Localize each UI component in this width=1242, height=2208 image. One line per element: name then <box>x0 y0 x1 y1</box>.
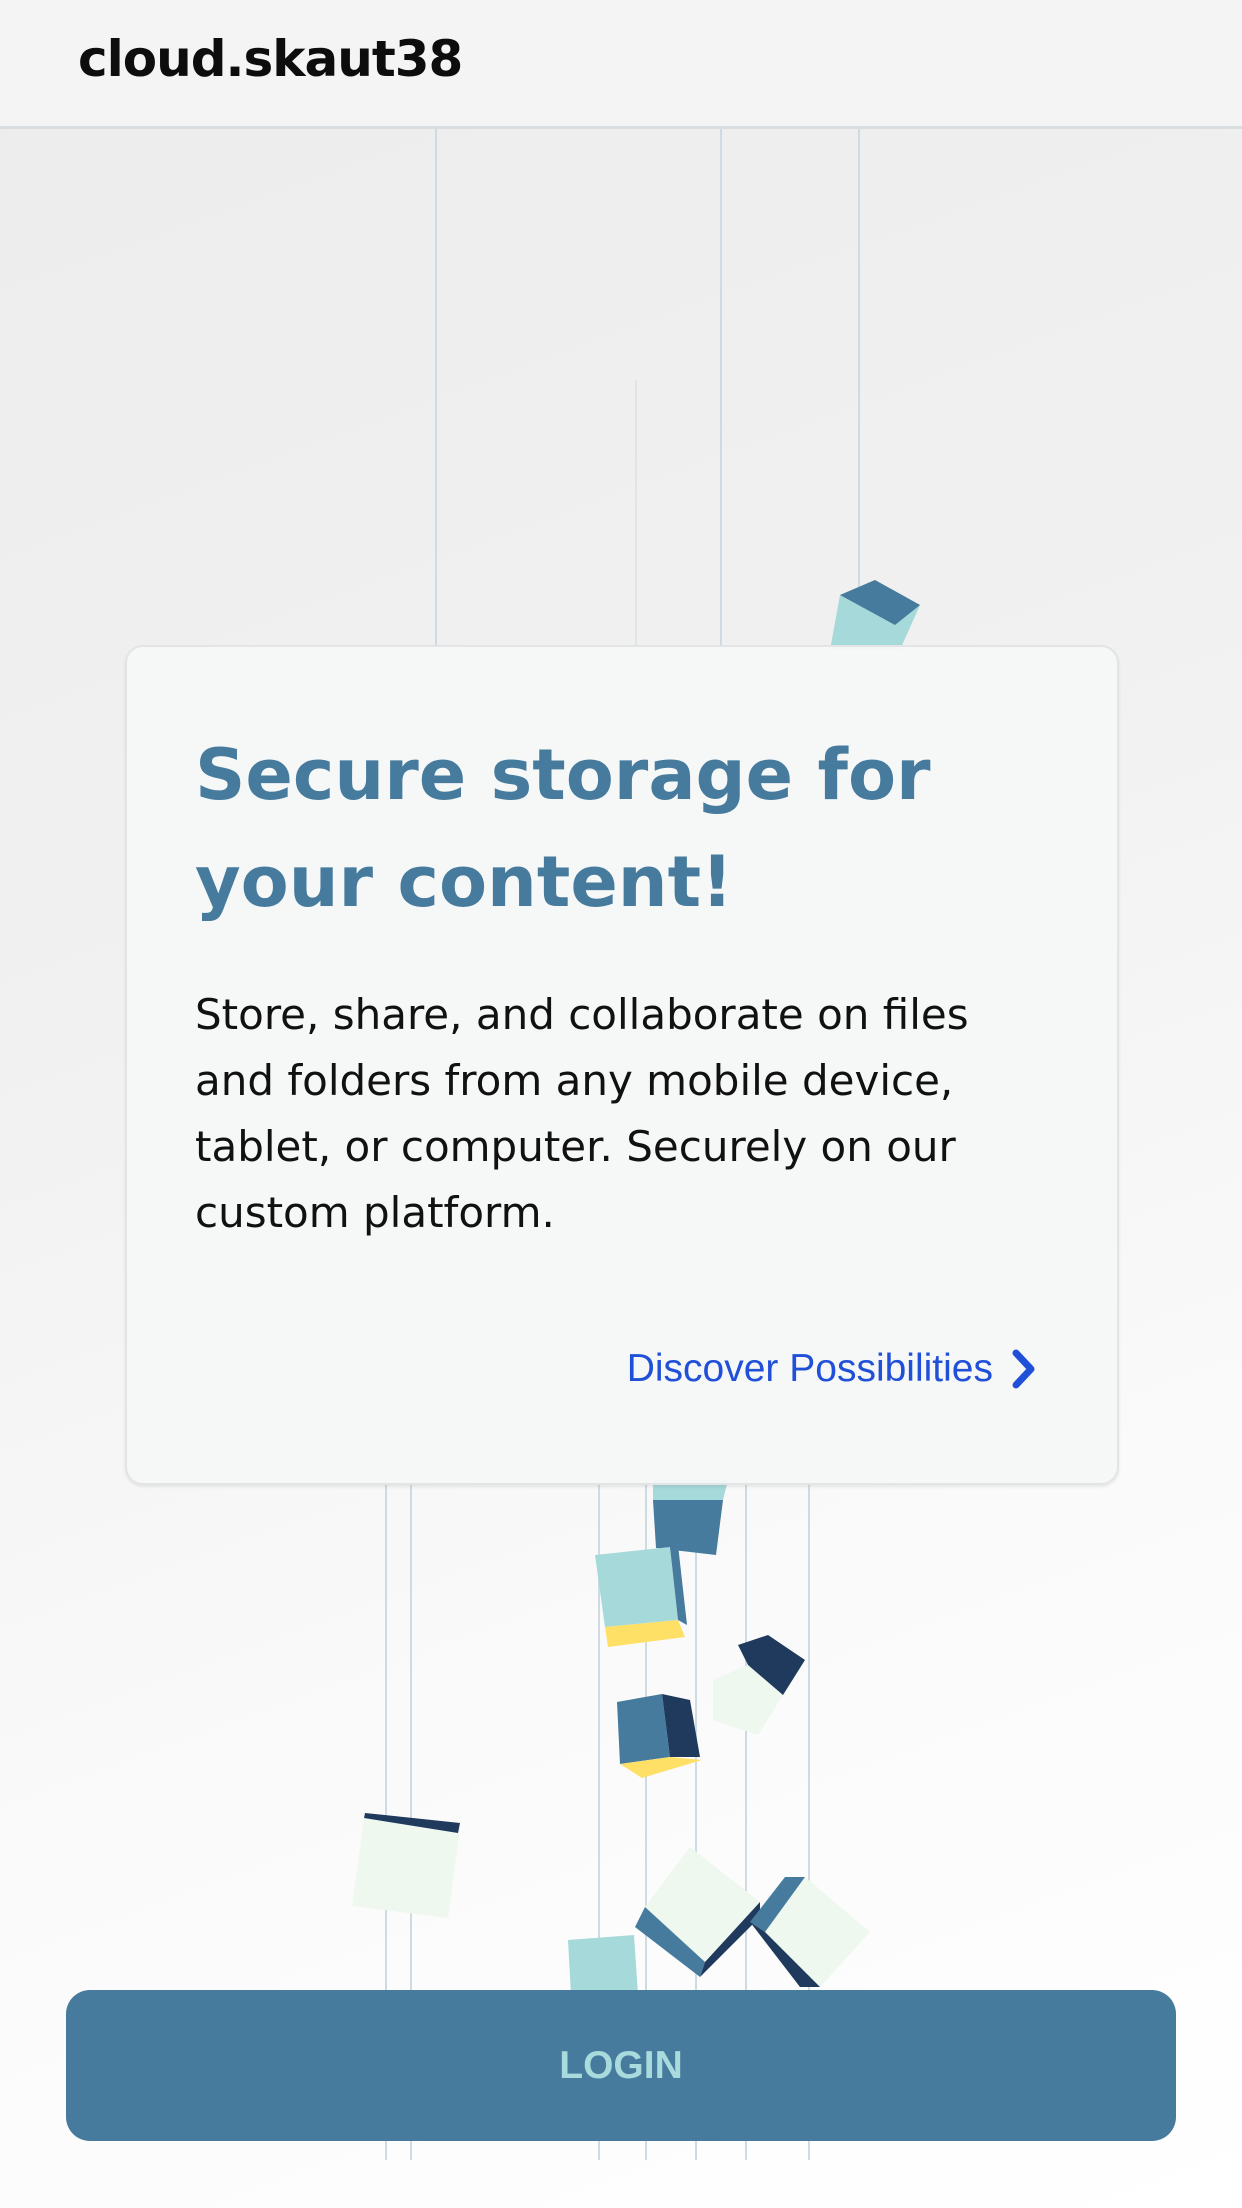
discover-possibilities-link[interactable]: Discover Possibilities <box>627 1347 1037 1391</box>
chevron-right-icon <box>1012 1349 1035 1389</box>
cube-icon <box>713 1635 805 1735</box>
cube-icon <box>617 1694 702 1778</box>
cube-icon <box>352 1813 460 1918</box>
hero-description: Store, share, and collaborate on files a… <box>195 990 969 1237</box>
cube-icon <box>568 1935 638 1995</box>
cube-icon <box>750 1877 870 1987</box>
login-button[interactable]: LOGIN <box>66 1990 1176 2141</box>
link-label: Discover Possibilities <box>626 1347 993 1390</box>
hero-card: Secure storage for your content! Store, … <box>125 645 1119 1485</box>
logo[interactable]: cloud.skaut38 <box>78 30 463 88</box>
cube-icon <box>595 1545 687 1647</box>
header: cloud.skaut38 <box>0 0 1242 129</box>
hero-title: Secure storage for your content! <box>195 734 931 923</box>
cube-icon <box>830 580 920 650</box>
